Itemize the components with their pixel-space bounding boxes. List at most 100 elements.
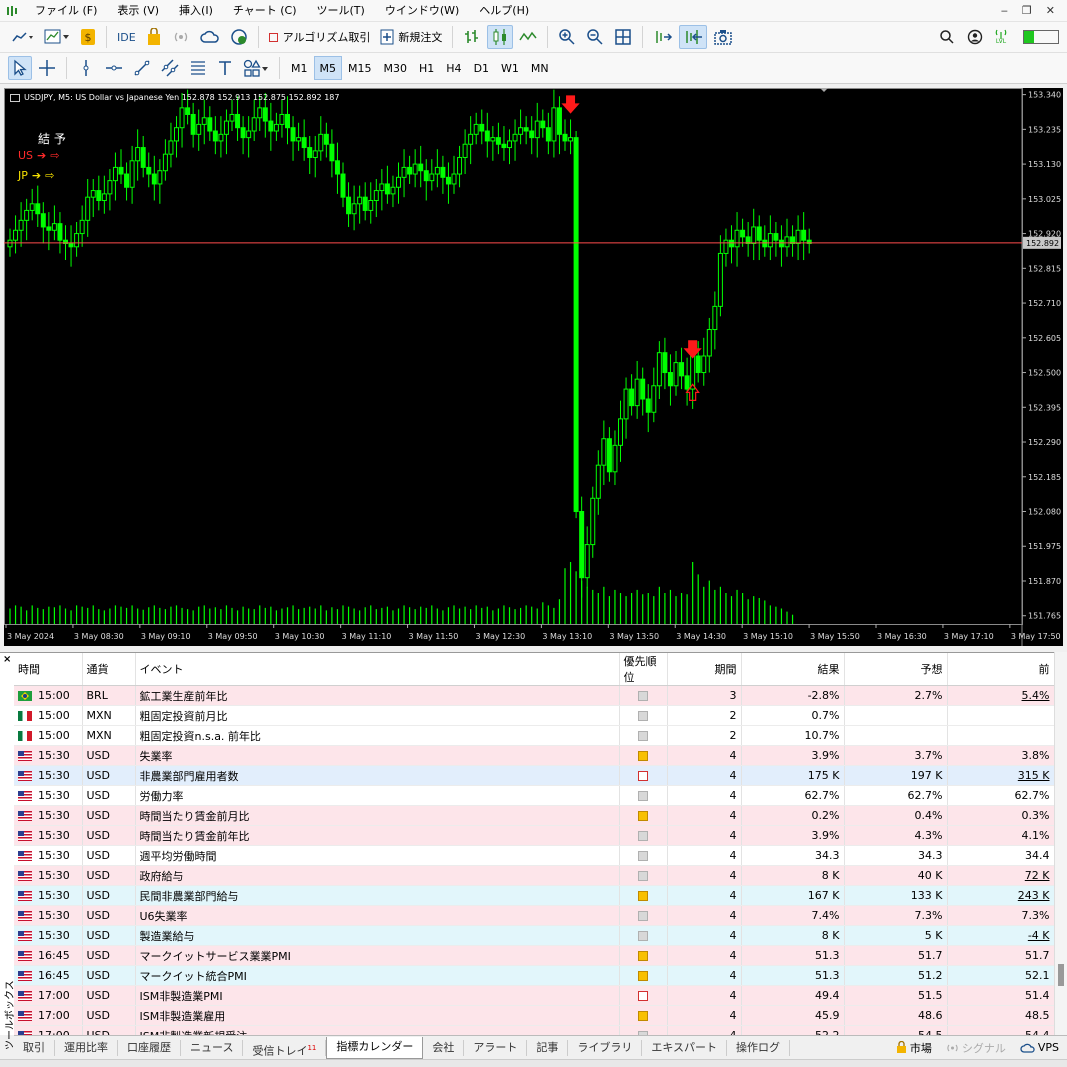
timeframe-d1[interactable]: D1 [468,56,495,80]
cursor-tool-button[interactable] [8,56,32,80]
vertical-line-button[interactable] [73,56,99,80]
column-header-1[interactable]: 通貨 [82,653,136,686]
screenshot-button[interactable] [709,25,737,49]
tab-8[interactable]: 記事 [527,1039,569,1056]
zoom-out-button[interactable] [582,25,608,49]
calendar-row[interactable]: 16:45 USD マークイットサービス業業PMI 4 51.3 51.7 51.7 [14,945,1055,966]
tab-9[interactable]: ライブラリ [568,1039,643,1056]
market-watch-button[interactable]: $ [76,25,100,49]
vps-button[interactable] [226,25,252,49]
chart-type-button[interactable] [8,25,38,49]
tab-10[interactable]: エキスパート [642,1039,728,1056]
shapes-button[interactable] [239,56,273,80]
minimize-icon[interactable]: ‒ [1001,4,1008,17]
timeframe-h1[interactable]: H1 [413,56,440,80]
toolbox-side-label[interactable]: ツールボックス [0,980,16,1060]
calendar-row[interactable]: 15:30 USD 労働力率 4 62.7% 62.7% 62.7% [14,785,1055,806]
calendar-row[interactable]: 15:30 USD 非農業部門雇用者数 4 175 K 197 K 315 K [14,765,1055,786]
new-order-button[interactable]: 新規注文 [376,25,446,49]
menu-item-5[interactable]: ウインドウ(W) [375,0,469,22]
candlestick-button[interactable] [487,25,514,49]
account-icon[interactable] [967,29,983,45]
calendar-row[interactable]: 15:00 BRL 鉱工業生産前年比 3 -2.8% 2.7% 5.4% [14,685,1055,706]
market-button[interactable] [142,25,166,49]
vps-link[interactable]: VPS [1020,1041,1059,1054]
calendar-row[interactable]: 15:00 MXN 粗固定投資n.s.a. 前年比 2 10.7% [14,725,1055,746]
column-header-6[interactable]: 予想 [844,653,948,686]
market-link[interactable]: 市場 [896,1040,932,1056]
tab-0[interactable]: 取引 [14,1039,55,1056]
calendar-row[interactable]: 17:00 USD ISM非製造業PMI 4 49.4 51.5 51.4 [14,985,1055,1006]
chart-canvas[interactable]: 153.340153.235153.130153.025152.920152.8… [4,88,1063,646]
tab-2[interactable]: 口座履歴 [118,1039,181,1056]
timeframe-m1[interactable]: M1 [285,56,314,80]
signal-link[interactable]: シグナル [946,1040,1006,1056]
calendar-scrollbar[interactable] [1054,652,1067,1035]
bar-chart-button[interactable] [459,25,485,49]
templates-button[interactable] [40,25,74,49]
crosshair-tool-button[interactable] [34,56,60,80]
trendline-button[interactable] [129,56,155,80]
cell-result: 3.9% [741,825,845,846]
column-header-3[interactable]: 優先順位 [619,653,668,686]
restore-icon[interactable]: ❐ [1022,4,1032,17]
calendar-row[interactable]: 15:30 USD 製造業給与 4 8 K 5 K -4 K [14,925,1055,946]
calendar-row[interactable]: 15:30 USD 週平均労働時間 4 34.3 34.3 34.4 [14,845,1055,866]
tab-6[interactable]: 会社 [423,1039,465,1056]
column-header-0[interactable]: 時間 [14,653,83,686]
menu-item-3[interactable]: チャート (C) [223,0,307,22]
calendar-row[interactable]: 16:45 USD マークイット統合PMI 4 51.3 51.2 52.1 [14,965,1055,986]
candle-body [723,239,729,254]
calendar-row[interactable]: 15:30 USD U6失業率 4 7.4% 7.3% 7.3% [14,905,1055,926]
tab-7[interactable]: アラート [464,1039,528,1056]
tab-1[interactable]: 運用比率 [55,1039,118,1056]
timeframe-h4[interactable]: H4 [440,56,467,80]
menu-item-6[interactable]: ヘルプ(H) [469,0,539,22]
calendar-row[interactable]: 15:00 MXN 粗固定投資前月比 2 0.7% [14,705,1055,726]
column-header-7[interactable]: 前 [947,653,1055,686]
calendar-row[interactable]: 15:30 USD 時間当たり賃金前月比 4 0.2% 0.4% 0.3% [14,805,1055,826]
calendar-row[interactable]: 15:30 USD 政府給与 4 8 K 40 K 72 K [14,865,1055,886]
signals-button[interactable] [168,25,194,49]
timeframe-w1[interactable]: W1 [495,56,525,80]
calendar-row[interactable]: 17:00 USD ISM非製造業雇用 4 45.9 48.6 48.5 [14,1005,1055,1026]
tab-11[interactable]: 操作ログ [727,1039,791,1056]
timeframe-m30[interactable]: M30 [378,56,414,80]
event-forecast: 62.7% [907,789,943,802]
line-button[interactable] [515,25,541,49]
column-header-2[interactable]: イベント [135,653,620,686]
timeframe-m5[interactable]: M5 [313,56,342,80]
text-tool-button[interactable] [213,56,237,80]
auto-scroll-button[interactable] [649,25,677,49]
column-header-5[interactable]: 結果 [741,653,845,686]
event-previous: 48.5 [1025,1009,1050,1022]
menu-item-1[interactable]: 表示 (V) [107,0,169,22]
menu-item-0[interactable]: ファイル (F) [25,0,107,22]
calendar-row[interactable]: 15:30 USD 民間非農業部門給与 4 167 K 133 K 243 K [14,885,1055,906]
tile-windows-button[interactable] [610,25,636,49]
tab-4[interactable]: 受信トレイ11 [243,1039,327,1057]
scrollbar-thumb[interactable] [1058,964,1064,986]
column-header-4[interactable]: 期間 [667,653,742,686]
symbol-menu-icon[interactable] [10,93,20,102]
calendar-row[interactable]: 15:30 USD 失業率 4 3.9% 3.7% 3.8% [14,745,1055,766]
tab-5[interactable]: 指標カレンダー [326,1036,424,1059]
menu-item-2[interactable]: 挿入(I) [169,0,223,22]
close-panel-icon[interactable]: × [3,654,11,665]
timeframe-m15[interactable]: M15 [342,56,378,80]
close-icon[interactable]: ✕ [1046,4,1055,17]
price-chart[interactable]: 153.340 153.235 153.130 153.025 152.920 152.8… [4,88,1063,646]
algo-trading-button[interactable]: アルゴリズム取引 [265,25,375,49]
cloud-button[interactable] [196,25,224,49]
search-icon[interactable] [939,29,955,45]
ide-button[interactable]: IDE [113,25,140,49]
fibonacci-button[interactable] [185,56,211,80]
tab-3[interactable]: ニュース [181,1039,244,1056]
zoom-in-button[interactable] [554,25,580,49]
menu-item-4[interactable]: ツール(T) [307,0,375,22]
chart-shift-button[interactable] [679,25,708,49]
timeframe-mn[interactable]: MN [525,56,555,80]
calendar-row[interactable]: 15:30 USD 時間当たり賃金前年比 4 3.9% 4.3% 4.1% [14,825,1055,846]
horizontal-line-button[interactable] [101,56,127,80]
channel-button[interactable] [157,56,183,80]
